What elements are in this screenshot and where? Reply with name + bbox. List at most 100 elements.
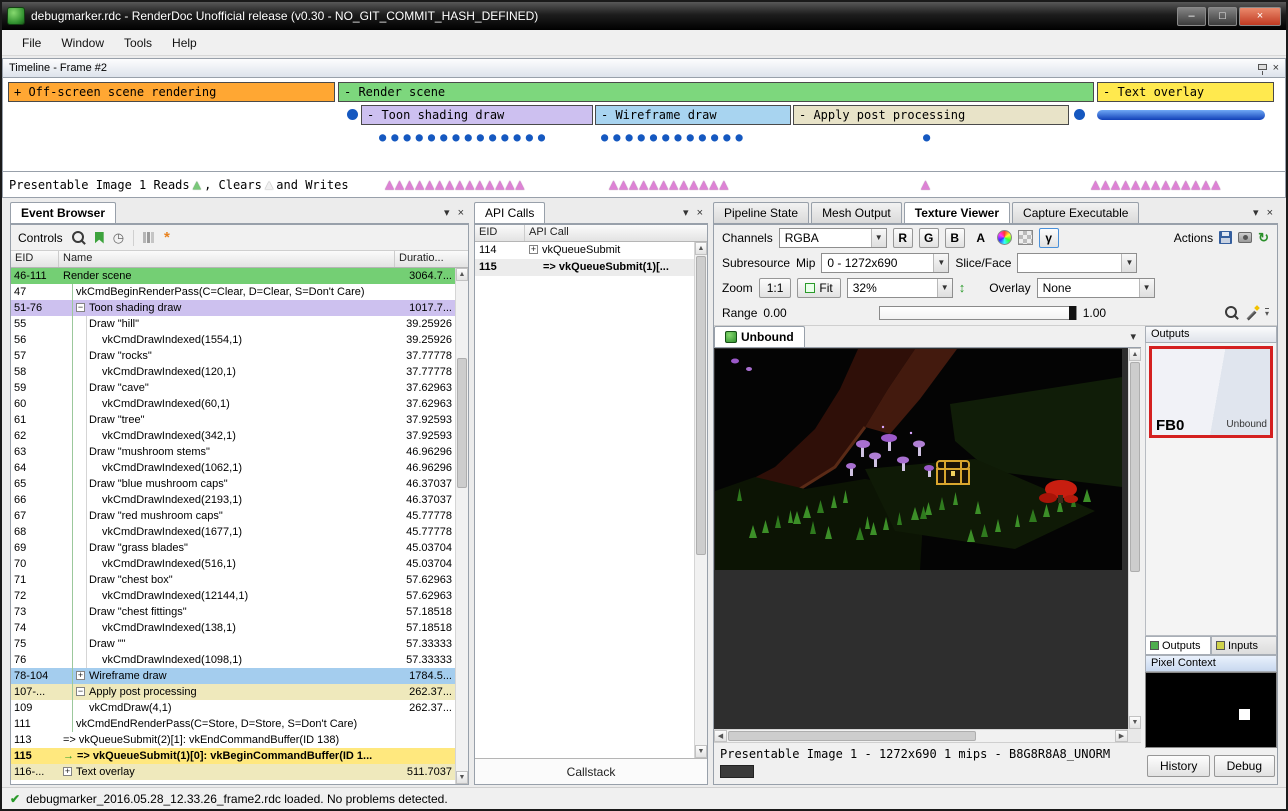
timeline-block-render-scene[interactable]: - Render scene <box>338 82 1094 102</box>
history-button[interactable]: History <box>1147 755 1210 777</box>
chevron-down-icon[interactable]: ▾ <box>1253 208 1259 219</box>
event-row[interactable]: 51-76−Toon shading draw1017.7... <box>11 300 455 316</box>
event-row[interactable]: 61Draw "tree"37.92593 <box>11 412 455 428</box>
scroll-down-icon[interactable]: ▼ <box>695 745 707 758</box>
timeline-block-postproc[interactable]: - Apply post processing <box>793 105 1069 125</box>
refresh-icon[interactable]: ↻ <box>1258 230 1269 246</box>
api-call-row[interactable]: 114+vkQueueSubmit <box>475 242 694 259</box>
tab-pipeline-state[interactable]: Pipeline State <box>713 202 809 223</box>
channel-b-button[interactable]: B <box>945 228 965 248</box>
event-row[interactable]: 69Draw "grass blades"45.03704 <box>11 540 455 556</box>
tri-group-2[interactable]: ▲ <box>921 177 931 192</box>
event-row[interactable]: 76vkCmdDrawIndexed(1098,1)57.33333 <box>11 652 455 668</box>
timeline-block-text-overlay[interactable]: - Text overlay <box>1097 82 1274 102</box>
channel-a-button[interactable]: A <box>971 228 991 248</box>
tab-api-calls[interactable]: API Calls <box>474 202 545 223</box>
channel-g-button[interactable]: G <box>919 228 939 248</box>
zoom-fit-button[interactable]: Fit <box>797 278 840 298</box>
scroll-left-icon[interactable]: ◀ <box>714 730 727 742</box>
event-row[interactable]: 57Draw "rocks"37.77778 <box>11 348 455 364</box>
open-capture-icon[interactable] <box>1238 232 1252 243</box>
tri-group-1[interactable]: ▲▲▲▲▲▲▲▲▲▲▲▲ <box>609 177 729 192</box>
debug-button[interactable]: Debug <box>1214 755 1275 777</box>
chevron-down-icon[interactable]: ▾ <box>444 208 450 219</box>
channels-dropdown[interactable]: RGBA▼ <box>779 228 887 248</box>
tri-group-3[interactable]: ▲▲▲▲▲▲▲▲▲▲▲▲▲ <box>1091 177 1221 192</box>
event-row[interactable]: 115→=> vkQueueSubmit(1)[0]: vkBeginComma… <box>11 748 455 764</box>
viewport-vscrollbar[interactable]: ▲ ▼ <box>1128 348 1141 729</box>
find-event-icon[interactable] <box>72 231 86 245</box>
flip-y-icon[interactable]: ↕ <box>959 280 966 295</box>
event-row[interactable]: 107-...−Apply post processing262.37... <box>11 684 455 700</box>
event-row[interactable]: 78-104+Wireframe draw1784.5... <box>11 668 455 684</box>
autofit-wand-icon[interactable] <box>1245 306 1259 320</box>
event-row[interactable]: 72vkCmdDrawIndexed(12144,1)57.62963 <box>11 588 455 604</box>
pin-icon[interactable] <box>1258 64 1267 70</box>
sliceface-dropdown[interactable]: ▼ <box>1017 253 1137 273</box>
event-row[interactable]: 60vkCmdDrawIndexed(60,1)37.62963 <box>11 396 455 412</box>
tab-texture-viewer[interactable]: Texture Viewer <box>904 202 1010 223</box>
event-row[interactable]: 73Draw "chest fittings"57.18518 <box>11 604 455 620</box>
time-durations-icon[interactable]: ◷ <box>113 231 124 244</box>
tab-unbound-texture[interactable]: Unbound <box>714 326 805 347</box>
zoom-range-icon[interactable] <box>1225 306 1239 320</box>
event-row[interactable]: 71Draw "chest box"57.62963 <box>11 572 455 588</box>
scroll-down-icon[interactable]: ▼ <box>456 771 468 784</box>
event-row[interactable]: 111vkCmdEndRenderPass(C=Store, D=Store, … <box>11 716 455 732</box>
timeline-close-icon[interactable]: × <box>1273 63 1279 74</box>
maximize-button[interactable]: □ <box>1208 7 1237 26</box>
fb0-thumbnail[interactable]: FB0 Unbound <box>1149 346 1273 438</box>
event-row[interactable]: 70vkCmdDrawIndexed(516,1)45.03704 <box>11 556 455 572</box>
col-api-call[interactable]: API Call <box>525 225 707 241</box>
tab-inputs[interactable]: Inputs <box>1211 636 1277 655</box>
event-row[interactable]: 62vkCmdDrawIndexed(342,1)37.92593 <box>11 428 455 444</box>
col-duration[interactable]: Duratio... <box>395 251 468 267</box>
bookmark-icon[interactable]: * <box>164 230 170 245</box>
event-row[interactable]: 68vkCmdDrawIndexed(1677,1)45.77778 <box>11 524 455 540</box>
scroll-up-icon[interactable]: ▲ <box>456 268 468 281</box>
tab-event-browser[interactable]: Event Browser <box>10 202 116 223</box>
event-row[interactable]: 47vkCmdBeginRenderPass(C=Clear, D=Clear,… <box>11 284 455 300</box>
event-row[interactable]: 113=> vkQueueSubmit(2)[1]: vkEndCommandB… <box>11 732 455 748</box>
scroll-right-icon[interactable]: ▶ <box>1115 730 1128 742</box>
zoom-1-1-button[interactable]: 1:1 <box>759 278 792 298</box>
tab-capture-executable[interactable]: Capture Executable <box>1012 202 1139 223</box>
api-calls-close-icon[interactable]: × <box>697 208 703 219</box>
col-eid[interactable]: EID <box>475 225 525 241</box>
event-row[interactable]: 74vkCmdDrawIndexed(138,1)57.18518 <box>11 620 455 636</box>
timeline-block-wireframe[interactable]: - Wireframe draw <box>595 105 791 125</box>
texture-image[interactable] <box>715 349 1122 570</box>
close-button[interactable]: × <box>1239 7 1281 26</box>
event-row[interactable]: 66vkCmdDrawIndexed(2193,1)46.37037 <box>11 492 455 508</box>
event-row[interactable]: 109vkCmdDraw(4,1)262.37... <box>11 700 455 716</box>
mip-dropdown[interactable]: 0 - 1272x690▼ <box>821 253 949 273</box>
pp-dots[interactable]: ● <box>923 130 935 144</box>
checkerboard-icon[interactable] <box>1018 230 1033 245</box>
event-row[interactable]: 116-...+Text overlay511.7037 <box>11 764 455 780</box>
event-row[interactable]: 67Draw "red mushroom caps"45.77778 <box>11 508 455 524</box>
timeline-block-toon[interactable]: - Toon shading draw <box>361 105 593 125</box>
event-browser-scrollbar[interactable]: ▲▼ <box>455 268 468 784</box>
tab-outputs[interactable]: Outputs <box>1145 636 1211 655</box>
goto-eid-icon[interactable] <box>95 232 104 244</box>
timeline-block-offscreen[interactable]: + Off-screen scene rendering <box>8 82 335 102</box>
event-row[interactable]: 59Draw "cave"37.62963 <box>11 380 455 396</box>
pixel-context-view[interactable] <box>1145 672 1277 748</box>
scroll-up-icon[interactable]: ▲ <box>1129 348 1141 361</box>
event-row[interactable]: 63Draw "mushroom stems"46.96296 <box>11 444 455 460</box>
texture-viewer-close-icon[interactable]: × <box>1267 208 1273 219</box>
range-slider[interactable] <box>879 306 1077 320</box>
overlay-dropdown[interactable]: None▼ <box>1037 278 1155 298</box>
tab-mesh-output[interactable]: Mesh Output <box>811 202 902 223</box>
toolbar-overflow-icon[interactable]: ▾ <box>1265 308 1269 318</box>
api-calls-scrollbar[interactable]: ▲ ▼ <box>694 242 707 758</box>
api-call-row[interactable]: 115=> vkQueueSubmit(1)[... <box>475 259 694 276</box>
event-row[interactable]: 56vkCmdDrawIndexed(1554,1)39.25926 <box>11 332 455 348</box>
tri-group-0[interactable]: ▲▲▲▲▲▲▲▲▲▲▲▲▲▲ <box>385 177 525 192</box>
toon-dots[interactable]: ●●●●●●●●●●●●●● <box>379 130 550 144</box>
texture-viewport[interactable]: ▲ ▼ ◀ ▶ <box>714 348 1141 742</box>
col-eid[interactable]: EID <box>11 251 59 267</box>
menu-window[interactable]: Window <box>51 32 114 54</box>
event-browser-close-icon[interactable]: × <box>458 208 464 219</box>
minimize-button[interactable]: – <box>1177 7 1206 26</box>
